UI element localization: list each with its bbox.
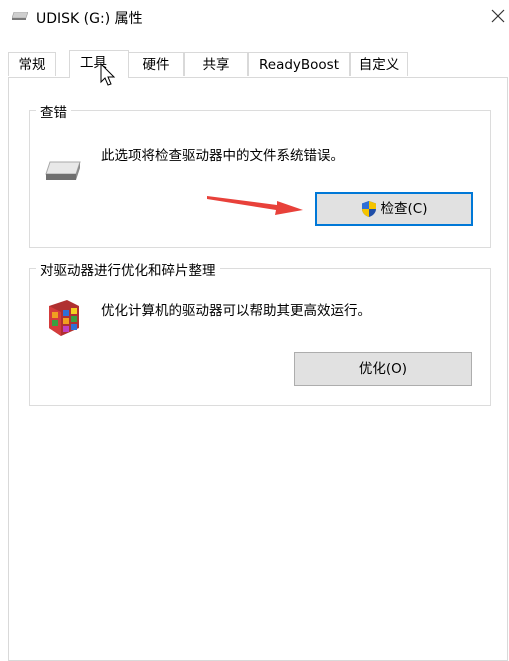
disk-drive-icon — [44, 160, 82, 184]
tab-sharing[interactable]: 共享 — [184, 52, 248, 76]
tab-customize[interactable]: 自定义 — [350, 52, 408, 76]
defrag-icon — [43, 298, 83, 340]
check-button[interactable]: 检查(C) — [315, 192, 473, 226]
shield-icon — [361, 200, 377, 218]
optimize-title: 对驱动器进行优化和碎片整理 — [36, 259, 220, 279]
title-bar: UDISK (G:) 属性 — [0, 0, 509, 34]
close-icon[interactable] — [488, 6, 508, 26]
red-arrow-annotation — [207, 190, 305, 216]
optimize-button[interactable]: 优化(O) — [294, 352, 472, 386]
optimize-description: 优化计算机的驱动器可以帮助其更高效运行。 — [101, 303, 371, 319]
tab-general[interactable]: 常规 — [8, 52, 56, 76]
optimize-button-label: 优化(O) — [358, 361, 408, 377]
tab-hardware[interactable]: 硬件 — [128, 52, 184, 76]
mouse-cursor-icon — [100, 63, 116, 87]
tools-panel: 查错 此选项将检查驱动器中的文件系统错误。 检查(C) 对驱动器进行优化和碎片整… — [8, 77, 508, 661]
drive-icon — [12, 12, 28, 20]
window-title: UDISK (G:) 属性 — [36, 11, 143, 27]
tab-tools[interactable]: 工具 — [69, 50, 129, 78]
tab-readyboost[interactable]: ReadyBoost — [248, 52, 350, 76]
tab-strip: 常规 工具 硬件 共享 ReadyBoost 自定义 — [8, 50, 508, 78]
error-check-title: 查错 — [36, 101, 71, 121]
error-check-description: 此选项将检查驱动器中的文件系统错误。 — [101, 148, 344, 164]
check-button-label: 检查(C) — [380, 201, 428, 217]
